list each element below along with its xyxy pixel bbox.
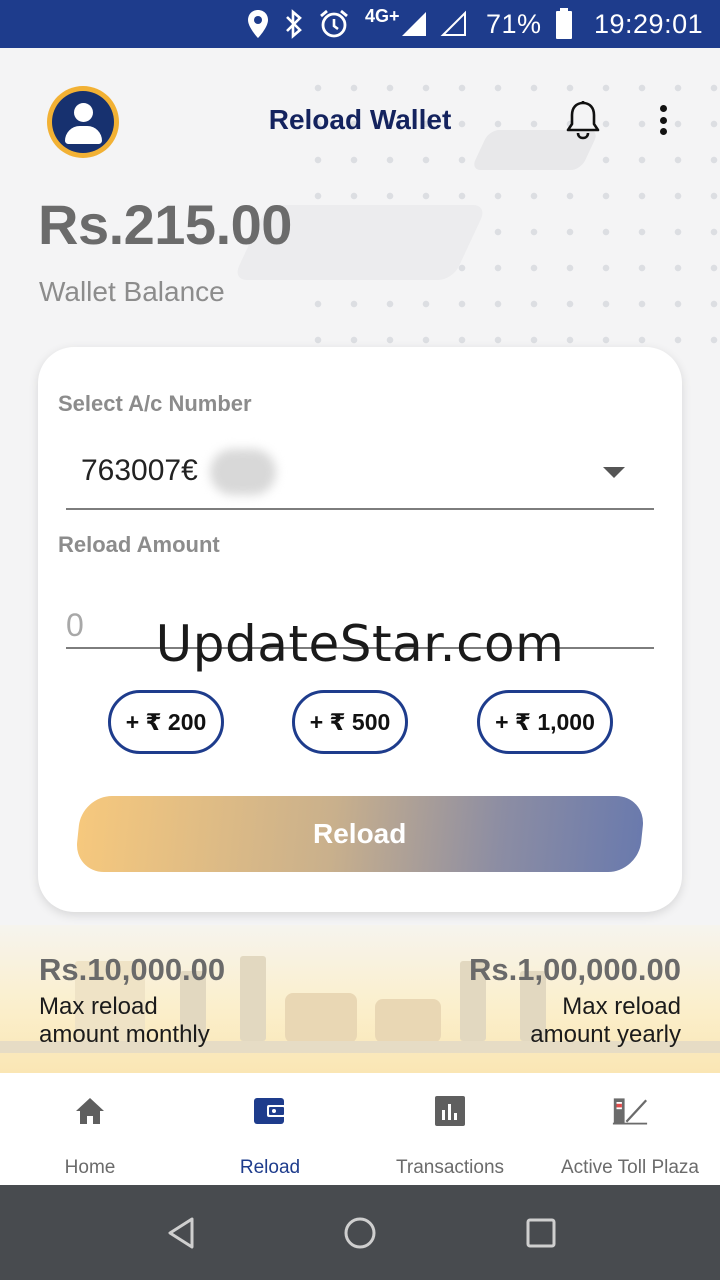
redaction-blur — [210, 449, 276, 495]
bluetooth-icon — [282, 0, 306, 48]
account-label: Select A/c Number — [58, 391, 252, 416]
nav-label: Home — [64, 1157, 116, 1178]
alarm-icon — [318, 0, 350, 48]
wallet-balance-label: Wallet Balance — [39, 276, 225, 307]
nav-item-active-toll-plaza[interactable]: Active Toll Plaza — [540, 1073, 720, 1185]
battery-percent: 71% — [486, 8, 542, 39]
toll-plaza-icon — [612, 1093, 648, 1129]
nav-label: Transactions — [395, 1157, 505, 1178]
wallet-balance: Rs.215.00 — [38, 193, 292, 256]
bell-icon[interactable] — [565, 100, 601, 142]
nav-label: Active Toll Plaza — [561, 1157, 699, 1178]
chevron-down-icon[interactable] — [603, 467, 625, 478]
system-nav-bar — [0, 1185, 720, 1280]
yearly-limit-label: Max reload — [562, 993, 681, 1020]
quick-amount-500-button[interactable]: + ₹ 500 — [292, 690, 408, 754]
monthly-limit-label: amount monthly — [39, 1021, 210, 1048]
reload-button-label: Reload — [313, 818, 407, 849]
signal-icon: 4G+ — [365, 0, 428, 48]
nav-item-reload[interactable]: Reload — [180, 1073, 360, 1185]
clock: 19:29:01 — [594, 8, 704, 39]
quick-amount-200-button[interactable]: + ₹ 200 — [108, 690, 224, 754]
select-underline — [66, 508, 654, 510]
account-number: 763007€ — [81, 454, 198, 487]
amount-label: Reload Amount — [58, 532, 220, 557]
more-menu-icon[interactable] — [648, 102, 678, 138]
watermark: UpdateStar.com — [155, 615, 565, 673]
home-icon — [72, 1093, 108, 1129]
yearly-limit-amount: Rs.1,00,000.00 — [468, 952, 681, 987]
status-bar: 4G+ 71% 19:29:01 — [0, 0, 720, 48]
recents-icon[interactable] — [523, 1215, 559, 1251]
nav-item-transactions[interactable]: Transactions — [360, 1073, 540, 1185]
back-icon[interactable] — [164, 1215, 200, 1251]
signal-empty-icon — [440, 0, 468, 48]
battery-icon — [555, 0, 573, 48]
reload-button[interactable]: Reload — [74, 796, 646, 872]
yearly-limit-label: amount yearly — [530, 1021, 681, 1048]
nav-item-home[interactable]: Home — [0, 1073, 180, 1185]
home-circle-icon[interactable] — [342, 1215, 378, 1251]
monthly-limit-amount: Rs.10,000.00 — [39, 952, 226, 987]
monthly-limit-label: Max reload — [39, 993, 158, 1020]
bottom-nav: Home Reload Transactions Active Toll Pla… — [0, 1073, 720, 1185]
location-icon — [246, 0, 270, 48]
wallet-icon — [252, 1093, 288, 1129]
chart-icon — [432, 1093, 468, 1129]
page-title: Reload Wallet — [268, 104, 452, 135]
nav-label: Reload — [239, 1157, 301, 1178]
quick-amount-1000-button[interactable]: + ₹ 1,000 — [477, 690, 613, 754]
